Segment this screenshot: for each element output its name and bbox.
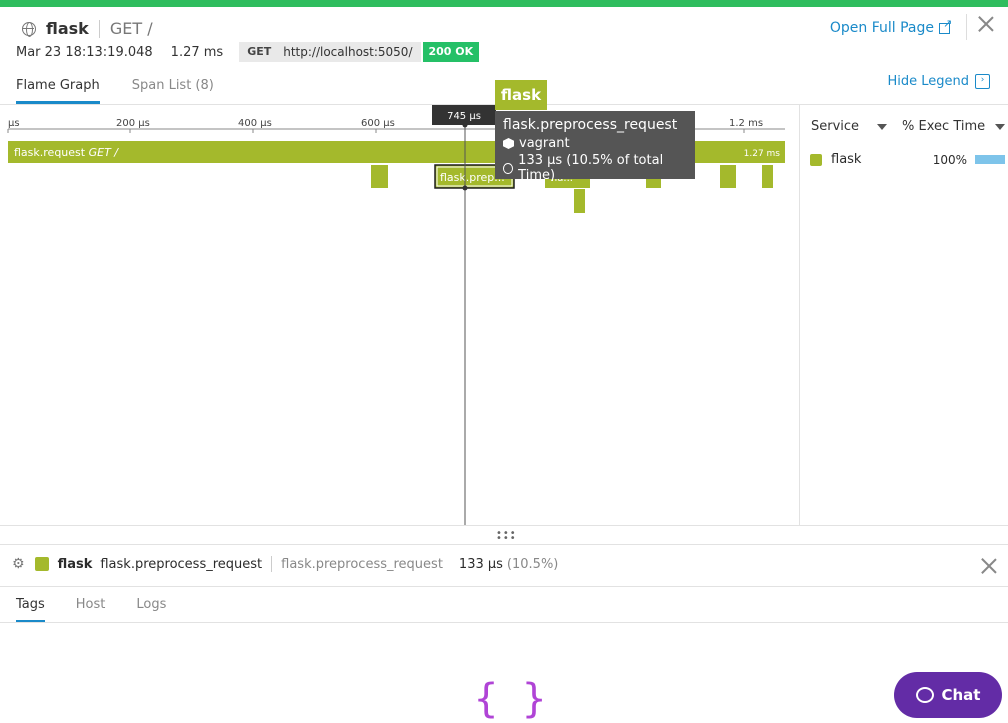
span-pct: (10.5%)	[506, 556, 559, 572]
span-header-divider	[0, 586, 1008, 587]
cursor-dot	[462, 122, 468, 128]
view-tabs: Flame Graph Span List (8)	[16, 78, 214, 104]
tick-label: 1.2 ms	[729, 118, 763, 129]
service-name: flask	[46, 19, 89, 38]
open-full-page-link[interactable]: Open Full Page	[829, 17, 952, 37]
close-icon[interactable]	[977, 15, 995, 33]
trace-meta: Mar 23 18:13:19.048 1.27 ms GET http://l…	[16, 42, 480, 62]
tab-flame-graph[interactable]: Flame Graph	[16, 78, 100, 104]
tab-logs[interactable]: Logs	[136, 597, 166, 623]
json-braces-icon: { }	[474, 676, 547, 722]
clock-icon	[503, 162, 514, 174]
span-root-label: flask.request GET /	[14, 146, 119, 159]
tooltip-host: vagrant	[519, 136, 570, 151]
open-full-page-label: Open Full Page	[829, 20, 934, 36]
host-icon	[503, 138, 514, 149]
chevron-down-icon	[995, 123, 1006, 130]
span-root-duration: 1.27 ms	[744, 149, 781, 159]
tick-label: µs	[8, 118, 20, 129]
close-span-icon[interactable]	[980, 557, 998, 575]
chat-label: Chat	[941, 686, 981, 704]
span-child[interactable]	[762, 165, 773, 188]
tooltip-time-row: 133 µs (10.5% of total Time)	[503, 153, 687, 183]
span-grandchild[interactable]	[574, 189, 585, 213]
trace-timestamp: Mar 23 18:13:19.048	[16, 44, 153, 60]
legend-pct: 100%	[932, 152, 967, 167]
top-accent-bar	[0, 0, 1008, 7]
hide-legend-label: Hide Legend	[887, 74, 969, 89]
resource-name: GET /	[109, 19, 153, 38]
tooltip-span-name: flask.preprocess_request	[503, 117, 678, 133]
chevron-down-icon	[877, 123, 888, 130]
time-cursor-label: 745 µs	[447, 111, 481, 122]
tab-tags[interactable]: Tags	[16, 597, 45, 623]
span-service: flask	[57, 556, 93, 572]
external-link-icon	[939, 17, 952, 34]
tab-span-list[interactable]: Span List (8)	[132, 78, 214, 104]
trace-url: http://localhost:5050/	[279, 42, 421, 62]
legend-pct-bar	[975, 155, 1005, 164]
tooltip-service-badge: flask	[495, 80, 547, 110]
chat-bubble-icon	[915, 687, 934, 703]
tick-label: 200 µs	[116, 118, 150, 129]
legend-row[interactable]: flask 100%	[810, 152, 1005, 167]
tab-host[interactable]: Host	[76, 597, 106, 623]
tick-label: 600 µs	[361, 118, 395, 129]
legend-col-exec-time[interactable]: % Exec Time	[902, 119, 1006, 134]
span-name: flask.preprocess_request	[100, 556, 263, 572]
span-child[interactable]	[720, 165, 736, 188]
service-color-swatch	[810, 153, 822, 166]
legend-header: Service % Exec Time	[811, 119, 1006, 134]
span-divider	[271, 556, 273, 572]
span-tabs: Tags Host Logs	[16, 597, 166, 623]
panel-resize-handle[interactable]: ••• •••	[0, 525, 1008, 545]
trace-duration: 1.27 ms	[170, 44, 224, 60]
tooltip-host-row: vagrant	[503, 136, 687, 151]
span-detail-header: ⚙ flask flask.preprocess_request flask.p…	[12, 556, 1002, 572]
http-method-badge: GET	[239, 42, 280, 62]
chat-button[interactable]: Chat	[894, 672, 1002, 718]
header-divider	[966, 14, 967, 40]
title-separator	[98, 19, 100, 38]
span-tooltip: flask.preprocess_request vagrant 133 µs …	[495, 111, 695, 183]
span-resource: flask.preprocess_request	[281, 556, 443, 572]
tooltip-time: 133 µs (10.5% of total Time)	[518, 153, 664, 183]
gear-icon[interactable]: ⚙	[12, 556, 25, 572]
service-color-swatch	[34, 557, 49, 571]
globe-icon	[22, 21, 36, 37]
status-badge: 200 OK	[422, 42, 480, 62]
tick-label: 400 µs	[238, 118, 272, 129]
legend-panel: Service % Exec Time flask 100%	[801, 105, 1008, 525]
hide-legend-button[interactable]: Hide Legend ›	[887, 74, 990, 89]
cursor-dot	[462, 185, 468, 191]
span-duration: 133 µs	[458, 556, 503, 572]
collapse-panel-icon: ›	[975, 74, 990, 89]
legend-service: flask	[831, 152, 862, 167]
span-child[interactable]	[371, 165, 388, 188]
span-tabs-divider	[0, 622, 1008, 623]
legend-col-service[interactable]: Service	[811, 119, 888, 134]
drag-grip-icon: ••• •••	[496, 528, 517, 544]
trace-title: flask GET /	[22, 19, 153, 38]
